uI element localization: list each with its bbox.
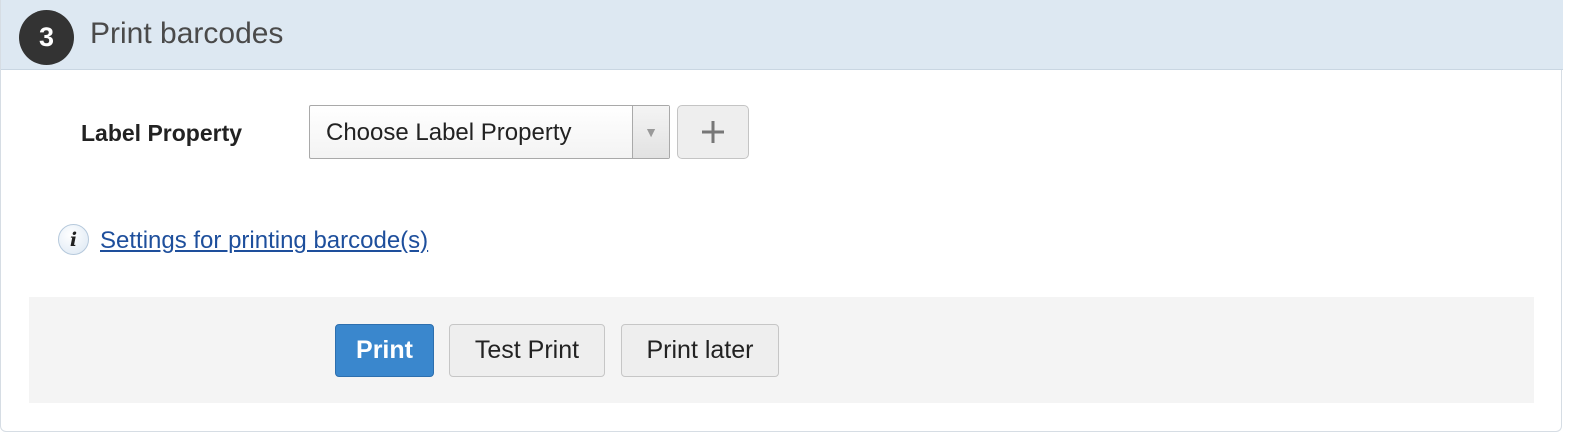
print-button[interactable]: Print — [335, 324, 434, 377]
plus-icon — [702, 121, 724, 143]
panel-header: 3 Print barcodes — [1, 0, 1563, 70]
settings-for-printing-barcodes-link[interactable]: Settings for printing barcode(s) — [100, 223, 428, 259]
dropdown-arrow-icon[interactable]: ▼ — [632, 106, 669, 158]
step-number-badge: 3 — [19, 10, 74, 65]
print-later-button[interactable]: Print later — [621, 324, 779, 377]
label-property-select-value: Choose Label Property — [326, 119, 572, 146]
panel-title: Print barcodes — [90, 17, 284, 50]
label-property-label: Label Property — [81, 120, 243, 146]
info-icon: i — [58, 224, 89, 255]
actions-footer — [29, 297, 1534, 403]
test-print-button[interactable]: Test Print — [449, 324, 605, 377]
label-property-select[interactable]: Choose Label Property ▼ — [309, 105, 670, 159]
add-label-property-button[interactable] — [677, 105, 749, 159]
print-barcodes-panel: 3 Print barcodes Label Property Choose L… — [0, 0, 1563, 432]
